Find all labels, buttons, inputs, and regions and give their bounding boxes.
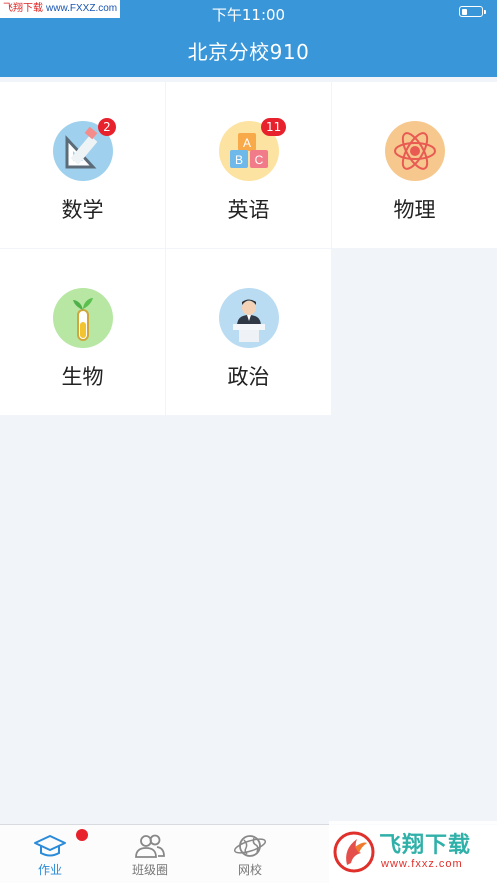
watermark-bottom: 飞翔下载 www.fxxz.com (329, 821, 497, 883)
watermark-brand: 飞翔下载 (379, 833, 472, 858)
subject-tile-physics[interactable]: 物理 (332, 82, 497, 248)
page-title: 北京分校910 (187, 40, 310, 64)
tab-label: 作业 (37, 863, 62, 877)
battery-icon (459, 6, 486, 17)
subject-label-physics: 物理 (393, 198, 436, 222)
badge-count: 11 (261, 118, 287, 136)
battery-level (461, 8, 467, 15)
tab-homework[interactable]: 作业 (0, 825, 100, 883)
tab-online-school[interactable]: 网校 (200, 825, 300, 883)
tab-class-circle[interactable]: 班级圈 (100, 825, 200, 883)
globe-icon (233, 835, 267, 857)
tab-label: 网校 (237, 863, 262, 877)
notification-dot (76, 829, 88, 841)
status-time: 下午11:00 (211, 6, 286, 24)
group-people-icon (135, 834, 165, 858)
svg-text:A: A (243, 136, 251, 150)
badge-count: 2 (98, 118, 116, 136)
subject-label-biology: 生物 (61, 365, 104, 389)
subject-tile-math[interactable]: 2 数学 (0, 82, 165, 248)
header-bar: 飞翔下载 www.FXXZ.com 下午11:00 北京分校910 (0, 0, 497, 77)
tab-label: 班级圈 (131, 863, 168, 877)
subject-tile-politics[interactable]: 政治 (166, 249, 331, 415)
subject-label-english: 英语 (227, 198, 270, 222)
watermark-logo-icon (333, 831, 375, 873)
watermark-site-url: www.fxxz.com (381, 858, 463, 870)
speaker-podium-icon (219, 288, 279, 348)
graduation-cap-icon (34, 835, 66, 857)
subject-label-math: 数学 (61, 198, 104, 222)
svg-text:B: B (235, 153, 243, 167)
subject-label-politics: 政治 (227, 365, 270, 389)
subject-tile-biology[interactable]: 生物 (0, 249, 165, 415)
subject-tile-english[interactable]: A B C 11 英语 (166, 82, 331, 248)
atom-icon (385, 121, 445, 181)
svg-text:C: C (255, 153, 264, 167)
test-tube-sprout-icon (53, 288, 113, 348)
